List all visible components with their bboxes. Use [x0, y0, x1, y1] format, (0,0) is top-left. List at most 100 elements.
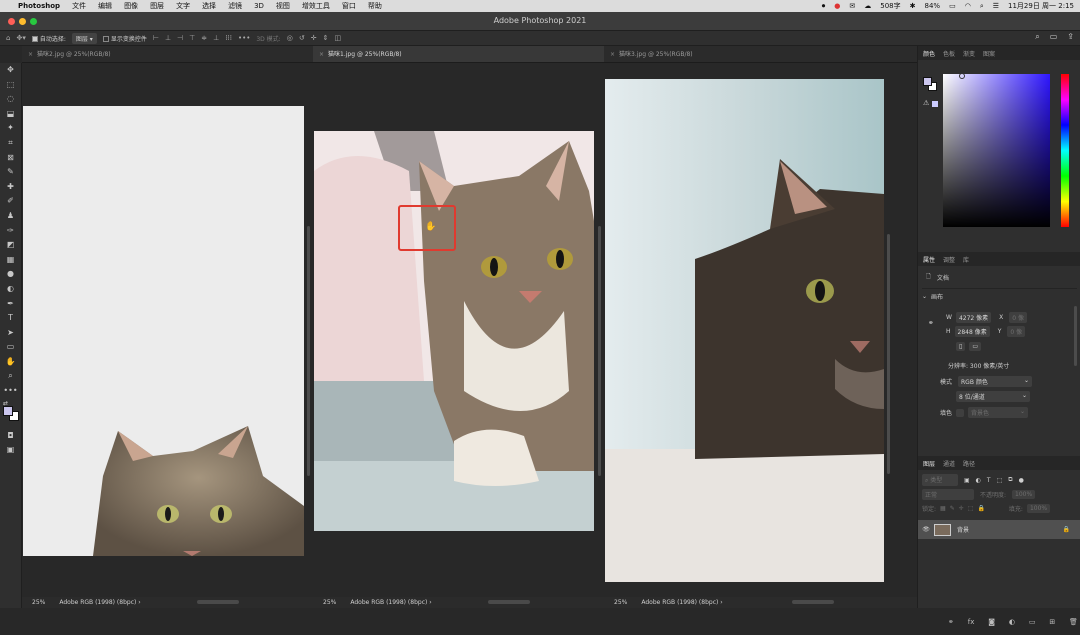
portrait-orientation-button[interactable]: ▯ — [956, 342, 966, 351]
y-field[interactable]: 0 像 — [1007, 326, 1026, 337]
marquee-tool-icon[interactable]: ⬚ — [0, 78, 21, 93]
zoom-level[interactable]: 25% — [323, 599, 336, 606]
menu-image[interactable]: 图像 — [124, 1, 138, 11]
eraser-tool-icon[interactable]: ◩ — [0, 238, 21, 253]
blur-tool-icon[interactable]: ● — [0, 267, 21, 282]
more-options-icon[interactable]: ••• — [238, 34, 250, 42]
delete-layer-icon[interactable]: 🗑 — [1069, 618, 1078, 626]
healing-brush-tool-icon[interactable]: ✚ — [0, 180, 21, 195]
canvas-cat-3[interactable] — [605, 79, 884, 582]
menu-app[interactable]: Photoshop — [18, 2, 60, 10]
menu-filter[interactable]: 滤镜 — [228, 1, 242, 11]
eye-icon[interactable]: 👁 — [918, 526, 934, 533]
horizontal-scrollbar[interactable] — [791, 600, 834, 604]
link-layers-icon[interactable]: ⚭ — [948, 618, 954, 626]
home-icon[interactable]: ⌂ — [6, 34, 10, 42]
new-group-icon[interactable]: ▭ — [1029, 618, 1036, 626]
doc-tab-1[interactable]: × 猫咪2.jpg @ 25%(RGB/8) — [22, 46, 313, 63]
close-tab-icon[interactable]: × — [319, 51, 324, 58]
vertical-scrollbar[interactable] — [307, 226, 310, 476]
canvas-cat-1[interactable] — [314, 131, 594, 531]
zoom-level[interactable]: 25% — [32, 599, 45, 606]
lock-artboard-icon[interactable]: ⬚ — [968, 505, 974, 512]
auto-select-checkbox[interactable]: 自动选择: — [31, 34, 66, 43]
close-tab-icon[interactable]: × — [610, 51, 615, 58]
link-icon[interactable]: ⚭ — [928, 319, 934, 327]
gradient-tool-icon[interactable]: ▦ — [0, 253, 21, 268]
tab-patterns[interactable]: 图案 — [983, 49, 995, 58]
lock-all-icon[interactable]: 🔒 — [977, 505, 984, 512]
align-top-icon[interactable]: ⊤ — [189, 34, 195, 42]
menu-file[interactable]: 文件 — [72, 1, 86, 11]
collapse-arrow-icon[interactable]: ⌄ — [922, 293, 927, 300]
move-tool-preset-icon[interactable]: ✥▾ — [16, 34, 25, 42]
mode-dropdown[interactable]: RGB 颜色 ⌄ — [958, 376, 1033, 387]
search-icon[interactable]: ⌕ — [980, 2, 984, 11]
type-tool-icon[interactable]: T — [0, 311, 21, 326]
status-menu-arrow[interactable]: › — [720, 599, 722, 606]
align-left-icon[interactable]: ⊢ — [153, 34, 159, 42]
3d-pan-icon[interactable]: ✛ — [311, 34, 317, 42]
3d-scale-icon[interactable]: ◫ — [334, 34, 341, 42]
hand-tool-icon[interactable]: ✋ — [0, 355, 21, 370]
color-picker-field[interactable] — [943, 74, 1050, 227]
panel-fg-color-swatch[interactable] — [923, 77, 932, 86]
tab-channels[interactable]: 通道 — [943, 459, 955, 468]
zoom-window-button[interactable] — [30, 18, 37, 25]
web-safe-swatch[interactable] — [932, 101, 938, 107]
canvas-cat-2[interactable] — [23, 106, 304, 556]
menu-3d[interactable]: 3D — [254, 2, 264, 10]
auto-select-target-dropdown[interactable]: 图层 ▾ — [71, 32, 97, 44]
layer-style-icon[interactable]: fx — [968, 618, 975, 626]
bluetooth-icon[interactable]: ✱ — [910, 2, 916, 10]
layer-row[interactable]: 👁 背景 🔒 — [918, 520, 1080, 539]
foreground-color-swatch[interactable] — [3, 405, 13, 416]
lock-position-icon[interactable]: ✛ — [959, 505, 964, 512]
share-icon[interactable]: ⇪ — [1067, 32, 1074, 42]
close-window-button[interactable] — [8, 18, 15, 25]
menu-help[interactable]: 帮助 — [368, 1, 382, 11]
path-select-tool-icon[interactable]: ➤ — [0, 326, 21, 341]
filter-type-icon[interactable]: T — [987, 477, 991, 484]
color-picker-handle[interactable] — [959, 73, 965, 79]
brush-tool-icon[interactable]: ✐ — [0, 194, 21, 209]
screen-mode-icon[interactable]: ▣ — [0, 443, 21, 458]
tab-layers[interactable]: 图层 — [923, 459, 935, 468]
zoom-tool-icon[interactable]: ⌕ — [0, 369, 21, 384]
eyedropper-tool-icon[interactable]: ✎ — [0, 165, 21, 180]
app-status-icon[interactable]: ● — [834, 2, 840, 10]
menu-window[interactable]: 窗口 — [342, 1, 356, 11]
lock-pixels-icon[interactable]: ▦ — [940, 505, 946, 512]
filter-adjust-icon[interactable]: ◐ — [976, 477, 981, 484]
record-icon[interactable]: ⏺ — [822, 2, 826, 11]
horizontal-scrollbar[interactable] — [196, 600, 239, 604]
status-menu-arrow[interactable]: › — [138, 599, 140, 606]
quick-mask-icon[interactable]: ◘ — [0, 429, 21, 444]
fill-swatch[interactable] — [956, 408, 965, 417]
lasso-tool-icon[interactable]: ◌ — [0, 92, 21, 107]
menu-type[interactable]: 文字 — [176, 1, 190, 11]
word-count[interactable]: 508字 — [880, 1, 900, 11]
menu-layer[interactable]: 图层 — [150, 1, 164, 11]
3d-roll-icon[interactable]: ↺ — [299, 34, 305, 42]
height-field[interactable]: 2848 像素 — [954, 326, 990, 337]
align-right-icon[interactable]: ⊣ — [177, 34, 183, 42]
status-menu-arrow[interactable]: › — [429, 599, 431, 606]
control-center-icon[interactable]: ☰ — [993, 2, 999, 10]
battery-icon[interactable]: ▭ — [949, 2, 956, 10]
vertical-scrollbar[interactable] — [887, 234, 890, 474]
menu-edit[interactable]: 编辑 — [98, 1, 112, 11]
add-mask-icon[interactable]: ◙ — [988, 618, 995, 626]
search-icon[interactable]: ⌕ — [1035, 32, 1039, 42]
object-select-tool-icon[interactable]: ⬓ — [0, 107, 21, 122]
history-brush-tool-icon[interactable]: ✑ — [0, 224, 21, 239]
close-tab-icon[interactable]: × — [28, 51, 33, 58]
hue-slider[interactable] — [1061, 74, 1069, 227]
tab-libraries[interactable]: 库 — [963, 255, 969, 264]
align-bottom-icon[interactable]: ⊥ — [213, 34, 219, 42]
opacity-field[interactable]: 100% — [1012, 490, 1036, 499]
doc-tab-3[interactable]: × 猫咪3.jpg @ 25%(RGB/8) — [604, 46, 917, 63]
layer-filter-dropdown[interactable]: ⌕ 类型 — [922, 474, 958, 486]
tab-paths[interactable]: 路径 — [963, 459, 975, 468]
adjustment-layer-icon[interactable]: ◐ — [1009, 618, 1015, 626]
